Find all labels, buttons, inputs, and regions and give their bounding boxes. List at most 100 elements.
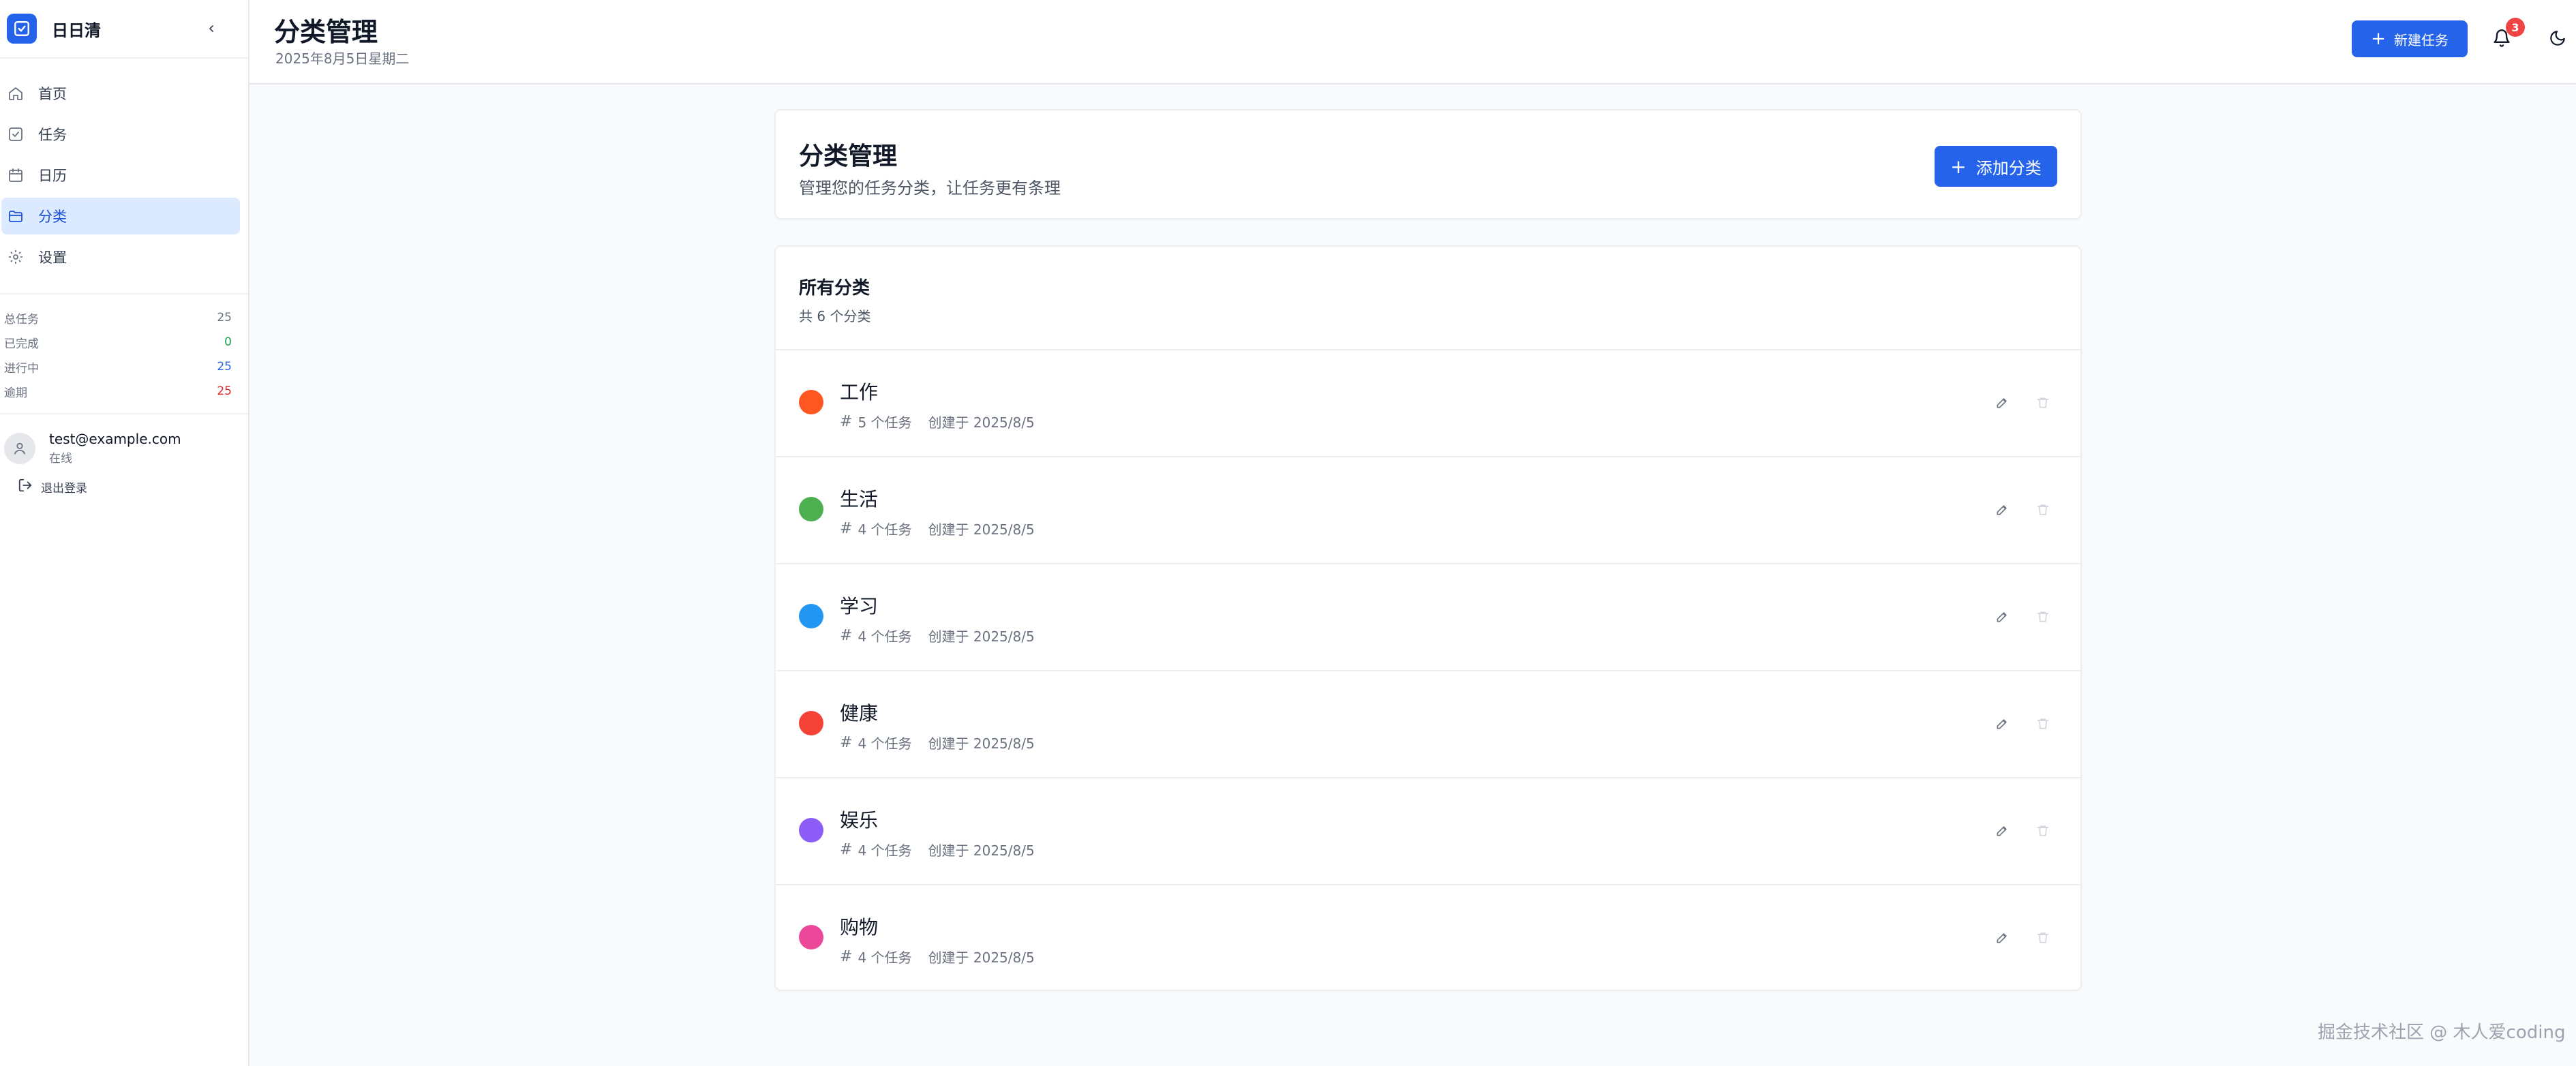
category-task-count: 4 个任务 (858, 628, 912, 645)
task-check-icon (7, 125, 25, 143)
category-color-dot (799, 497, 823, 521)
moon-icon (2550, 31, 2565, 46)
stat-total: 总任务 25 (4, 305, 232, 330)
category-name: 购物 (840, 916, 879, 939)
stat-label: 进行中 (4, 361, 39, 376)
sidebar-item-home[interactable]: 首页 (1, 75, 240, 112)
sidebar-item-label: 首页 (38, 86, 67, 102)
edit-category-button[interactable] (1993, 394, 2011, 412)
page-title: 分类管理 (274, 17, 378, 47)
category-meta: # 4 个任务 创建于 2025/8/5 (840, 840, 1035, 859)
category-row[interactable]: 健康 # 4 个任务 创建于 2025/8/5 (776, 671, 2080, 778)
category-created-date: 创建于 2025/8/5 (928, 842, 1035, 859)
sidebar-nav: 首页 任务 日历 分类 设置 (0, 59, 248, 275)
sidebar-item-label: 设置 (38, 249, 67, 266)
pencil-icon (1997, 505, 2007, 515)
app-name: 日日清 (52, 20, 101, 40)
trash-icon (2037, 504, 2049, 515)
stat-value: 25 (217, 384, 232, 398)
category-task-count: 4 个任务 (858, 735, 912, 752)
sidebar-item-tasks[interactable]: 任务 (1, 116, 240, 153)
chevron-left-icon (209, 25, 213, 32)
current-date: 2025年8月5日星期二 (275, 50, 410, 67)
delete-category-button[interactable] (2034, 929, 2052, 947)
sidebar-item-calendar[interactable]: 日历 (1, 157, 240, 194)
category-meta: # 4 个任务 创建于 2025/8/5 (840, 733, 1035, 752)
category-row[interactable]: 学习 # 4 个任务 创建于 2025/8/5 (776, 564, 2080, 671)
category-row[interactable]: 工作 # 5 个任务 创建于 2025/8/5 (776, 350, 2080, 457)
category-name: 生活 (840, 488, 879, 511)
stat-value: 25 (217, 311, 232, 324)
gear-icon (7, 248, 25, 266)
category-header-card: 分类管理 管理您的任务分类，让任务更有条理 + 添加分类 (774, 109, 2082, 219)
add-category-button[interactable]: + 添加分类 (1935, 146, 2057, 187)
trash-icon (2037, 825, 2049, 836)
collapse-sidebar-button[interactable] (204, 22, 218, 35)
logout-icon (18, 478, 33, 496)
stat-value: 25 (217, 360, 232, 374)
delete-category-button[interactable] (2034, 501, 2052, 519)
edit-category-button[interactable] (1993, 822, 2011, 840)
user-email: test@example.com (49, 431, 181, 447)
category-page-title: 分类管理 (799, 142, 898, 170)
user-profile[interactable]: test@example.com 在线 (4, 431, 248, 466)
category-created-date: 创建于 2025/8/5 (928, 521, 1035, 538)
delete-category-button[interactable] (2034, 822, 2052, 840)
category-created-date: 创建于 2025/8/5 (928, 628, 1035, 645)
new-task-label: 新建任务 (2393, 31, 2449, 48)
category-created-date: 创建于 2025/8/5 (928, 414, 1035, 431)
category-created-date: 创建于 2025/8/5 (928, 735, 1035, 752)
sidebar-item-label: 任务 (38, 127, 67, 143)
delete-category-button[interactable] (2034, 394, 2052, 412)
category-list-header: 所有分类 共 6 个分类 (776, 247, 2080, 350)
category-color-dot (799, 390, 823, 414)
edit-category-button[interactable] (1993, 501, 2011, 519)
trash-icon (2037, 718, 2049, 729)
user-panel: test@example.com 在线 退出登录 (0, 413, 248, 496)
logout-label: 退出登录 (41, 482, 87, 496)
stat-label: 已完成 (4, 337, 39, 351)
edit-category-button[interactable] (1993, 608, 2011, 626)
category-task-count: 5 个任务 (858, 414, 912, 431)
category-color-dot (799, 818, 823, 842)
category-name: 健康 (840, 702, 879, 725)
hash-icon: # (840, 627, 853, 644)
category-color-dot (799, 711, 823, 735)
category-list-title: 所有分类 (799, 278, 870, 299)
category-row[interactable]: 娱乐 # 4 个任务 创建于 2025/8/5 (776, 778, 2080, 885)
trash-icon (2037, 611, 2049, 622)
folder-icon (7, 207, 25, 225)
hash-icon: # (840, 413, 853, 430)
category-task-count: 4 个任务 (858, 949, 912, 966)
category-meta: # 4 个任务 创建于 2025/8/5 (840, 519, 1035, 538)
logout-button[interactable]: 退出登录 (18, 478, 248, 496)
hash-icon: # (840, 734, 853, 751)
new-task-button[interactable]: + 新建任务 (2352, 20, 2468, 57)
sidebar-item-categories[interactable]: 分类 (1, 198, 240, 234)
pencil-icon (1997, 719, 2007, 729)
app-logo-icon (7, 14, 37, 44)
category-row[interactable]: 购物 # 4 个任务 创建于 2025/8/5 (776, 885, 2080, 992)
edit-category-button[interactable] (1993, 929, 2011, 947)
category-meta: # 5 个任务 创建于 2025/8/5 (840, 412, 1035, 431)
category-count: 共 6 个分类 (799, 308, 871, 324)
user-icon (14, 442, 26, 455)
calendar-icon (7, 166, 25, 184)
theme-toggle-button[interactable] (2547, 27, 2569, 49)
category-color-dot (799, 925, 823, 949)
category-task-count: 4 个任务 (858, 842, 912, 859)
delete-category-button[interactable] (2034, 715, 2052, 733)
sidebar-item-label: 分类 (38, 209, 67, 225)
sidebar-item-settings[interactable]: 设置 (1, 239, 240, 275)
stat-label: 逾期 (4, 386, 27, 400)
pencil-icon (1997, 612, 2007, 622)
trash-icon (2037, 397, 2049, 408)
delete-category-button[interactable] (2034, 608, 2052, 626)
stat-in-progress: 进行中 25 (4, 354, 232, 379)
category-row[interactable]: 生活 # 4 个任务 创建于 2025/8/5 (776, 457, 2080, 564)
category-meta: # 4 个任务 创建于 2025/8/5 (840, 626, 1035, 645)
stat-value: 0 (224, 335, 232, 349)
sidebar: 日日清 首页 任务 日历 分类 设置 总任务 25 已完成 0 进行中 25 逾… (0, 0, 249, 1066)
notification-badge: 3 (2506, 18, 2525, 37)
edit-category-button[interactable] (1993, 715, 2011, 733)
